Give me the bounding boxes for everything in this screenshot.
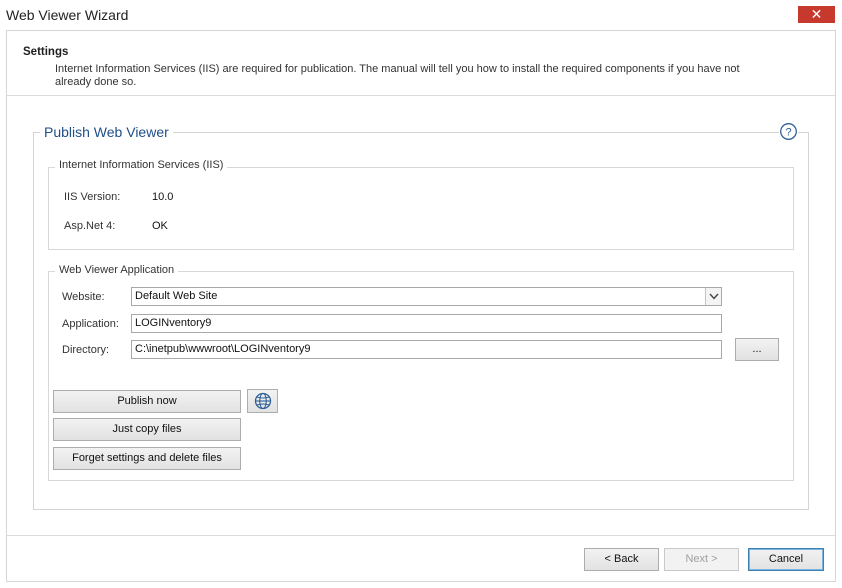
close-button[interactable]: ✕ xyxy=(798,6,835,23)
chevron-down-icon[interactable] xyxy=(705,288,721,305)
header-title: Settings xyxy=(23,46,69,58)
website-select-value: Default Web Site xyxy=(135,290,218,302)
question-circle-icon[interactable]: ? xyxy=(779,122,798,141)
close-icon: ✕ xyxy=(810,6,823,22)
globe-icon xyxy=(253,392,273,410)
iis-group-title: Internet Information Services (IIS) xyxy=(55,159,228,171)
forget-settings-button[interactable]: Forget settings and delete files xyxy=(53,447,241,470)
just-copy-files-button[interactable]: Just copy files xyxy=(53,418,241,441)
title-bar: Web Viewer Wizard ✕ xyxy=(0,0,842,30)
web-viewer-app-group-title: Web Viewer Application xyxy=(55,264,179,276)
iis-version-label: IIS Version: xyxy=(64,191,121,203)
browse-button[interactable]: ... xyxy=(735,338,779,361)
cancel-button[interactable]: Cancel xyxy=(748,548,824,571)
open-in-browser-button[interactable] xyxy=(247,389,278,413)
website-select[interactable]: Default Web Site xyxy=(131,287,722,306)
directory-label: Directory: xyxy=(62,344,110,356)
website-label: Website: xyxy=(62,291,105,303)
svg-text:?: ? xyxy=(785,127,791,139)
application-input[interactable]: LOGINventory9 xyxy=(131,314,722,333)
back-button[interactable]: < Back xyxy=(584,548,659,571)
directory-input[interactable]: C:\inetpub\wwwroot\LOGINventory9 xyxy=(131,340,722,359)
aspnet-label: Asp.Net 4: xyxy=(64,220,116,232)
wizard-header: Settings Internet Information Services (… xyxy=(7,31,835,96)
iis-group xyxy=(48,167,794,250)
publish-now-button[interactable]: Publish now xyxy=(53,390,241,413)
publish-group-title: Publish Web Viewer xyxy=(40,124,173,140)
aspnet-value: OK xyxy=(152,220,168,232)
application-label: Application: xyxy=(62,318,119,330)
header-description: Internet Information Services (IIS) are … xyxy=(55,63,740,88)
iis-version-value: 10.0 xyxy=(152,191,174,203)
next-button[interactable]: Next > xyxy=(664,548,739,571)
footer-divider xyxy=(7,535,835,536)
window-title: Web Viewer Wizard xyxy=(6,7,129,23)
